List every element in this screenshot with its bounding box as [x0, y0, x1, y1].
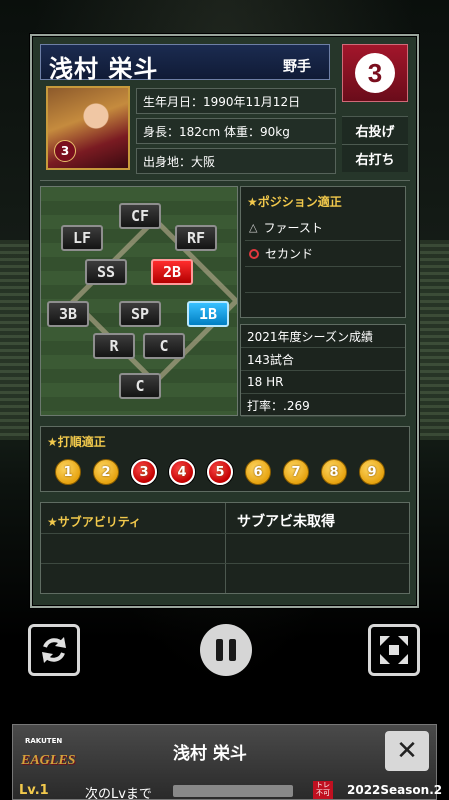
position-fit-label: ファースト [263, 221, 323, 235]
batting-order-6: 6 [245, 459, 271, 485]
next-level-label: 次のLvまで [85, 787, 152, 800]
batting-order-1: 1 [55, 459, 81, 485]
sub-ability-status: サブアビ未取得 [237, 514, 335, 530]
batting-order-7: 7 [283, 459, 309, 485]
batting-order-9: 9 [359, 459, 385, 485]
expand-button[interactable] [368, 624, 420, 676]
expand-icon [380, 636, 408, 664]
position-lf: LF [61, 225, 103, 251]
sub-ability-divider [225, 503, 226, 593]
position-catcher: C [119, 373, 161, 399]
batting-order-8: 8 [321, 459, 347, 485]
portrait-number: 3 [54, 140, 76, 162]
season-tag: 2022Season.2 [347, 783, 443, 797]
player-type: 野手 [283, 59, 311, 75]
logo-top-text: RAKUTEN [25, 737, 63, 745]
season-games: 143試合 [241, 348, 405, 371]
sub-ability-row-line [41, 533, 409, 534]
position-fit-label: セカンド [265, 247, 314, 261]
position-fit-panel: ★ポジション適正 △ ファースト セカンド [240, 186, 406, 318]
sub-ability-title: ★サブアビリティ [47, 515, 142, 529]
position-2b: 2B [151, 259, 193, 285]
position-3b: 3B [47, 301, 89, 327]
body-row: 身長：182cm 体重：90kg [136, 118, 336, 144]
batting-order-3: 3 [131, 459, 157, 485]
position-sp: SP [119, 301, 161, 327]
bottom-player-bar: RAKUTEN EAGLES 浅村 栄斗 ✕ Lv.1 次のLvまで トレ不可 … [12, 724, 442, 800]
position-cf: CF [119, 203, 161, 229]
birthplace-row: 出身地：大阪 [136, 148, 336, 174]
pause-icon [216, 639, 223, 661]
triangle-icon: △ [249, 221, 258, 234]
logo-main-text: EAGLES [21, 753, 76, 768]
exp-bar [173, 785, 293, 797]
position-fit-title: ★ポジション適正 [247, 195, 342, 209]
throws-label: 右投げ [342, 116, 408, 144]
team-logo: RAKUTEN EAGLES [19, 727, 81, 779]
sub-ability-panel: ★サブアビリティ サブアビ未取得 [40, 502, 410, 594]
uniform-number-box: 3 [342, 44, 408, 102]
divider [40, 180, 410, 181]
pause-button[interactable] [200, 624, 252, 676]
circle-icon [249, 248, 259, 259]
batting-order-title: ★打順適正 [47, 435, 106, 449]
sub-ability-row-line [41, 563, 409, 564]
batting-order-5: 5 [207, 459, 233, 485]
batting-order-2: 2 [93, 459, 119, 485]
position-fit-row: △ ファースト [245, 215, 401, 241]
season-avg: 打率：.269 [241, 394, 405, 417]
bats-label: 右打ち [342, 144, 408, 172]
bottom-player-name: 浅村 栄斗 [173, 744, 247, 764]
close-button[interactable]: ✕ [385, 731, 429, 771]
position-fit-empty-row [245, 267, 401, 293]
birthday-row: 生年月日：1990年11月12日 [136, 88, 336, 114]
position-field: CF LF RF SS 2B 3B SP 1B R C C [40, 186, 238, 416]
position-fit-row: セカンド [245, 241, 401, 267]
player-portrait: 3 [46, 86, 130, 170]
season-hr: 18 HR [241, 371, 405, 394]
refresh-icon [42, 637, 66, 663]
level-label: Lv.1 [19, 783, 49, 798]
position-c: C [143, 333, 185, 359]
close-icon: ✕ [396, 736, 418, 766]
season-stats-panel: 2021年度シーズン成績 143試合 18 HR 打率：.269 [240, 324, 406, 417]
batting-order-4: 4 [169, 459, 195, 485]
position-r: R [93, 333, 135, 359]
batting-order-list: 1 2 3 4 5 6 7 8 9 [55, 459, 385, 485]
batting-order-panel: ★打順適正 1 2 3 4 5 6 7 8 9 [40, 426, 410, 492]
position-ss: SS [85, 259, 127, 285]
player-name: 浅村 栄斗 [49, 55, 159, 83]
trade-badge: トレ不可 [313, 781, 333, 799]
season-title: 2021年度シーズン成績 [241, 325, 405, 348]
position-1b: 1B [187, 301, 229, 327]
refresh-button[interactable] [28, 624, 80, 676]
player-card: 浅村 栄斗 野手 3 右投げ 右打ち 3 生年月日：1990年11月12日 身長… [30, 34, 419, 608]
name-bar: 浅村 栄斗 野手 [40, 44, 330, 83]
position-rf: RF [175, 225, 217, 251]
uniform-number: 3 [355, 53, 395, 93]
pause-icon [229, 639, 236, 661]
